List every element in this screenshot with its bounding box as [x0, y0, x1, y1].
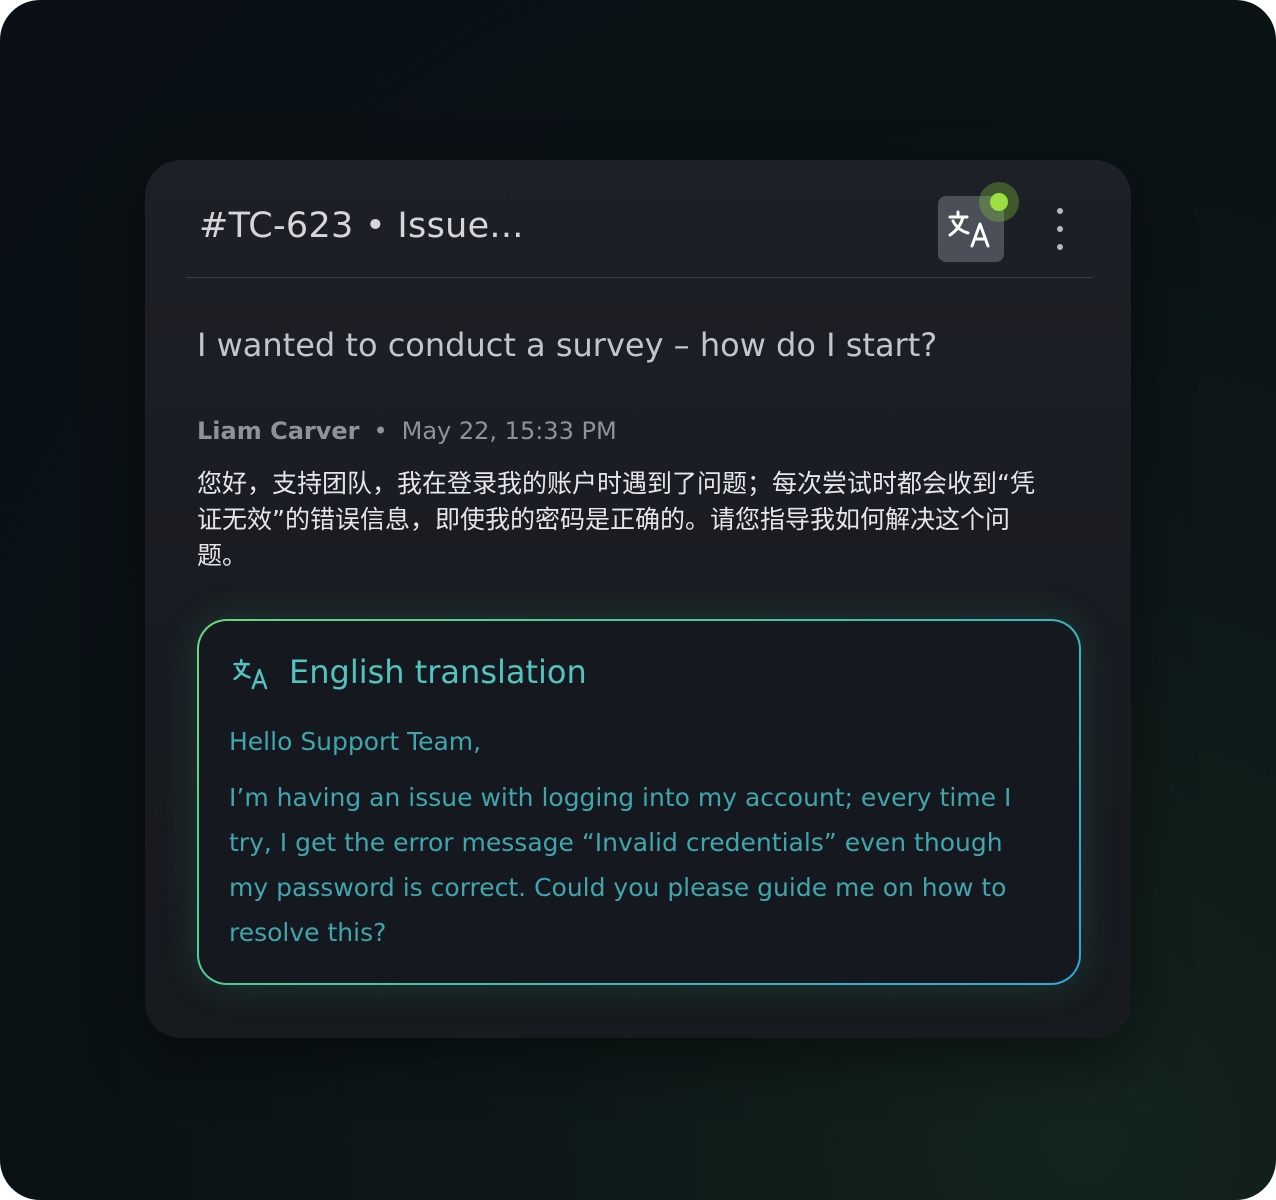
app-background: #TC-623 • Issue... I wanted to conduct a…	[0, 0, 1276, 1200]
meta-separator: •	[373, 417, 388, 445]
ticket-title: #TC-623 • Issue...	[199, 206, 524, 246]
translation-body: I’m having an issue with logging into my…	[229, 783, 1012, 947]
ticket-subject: I wanted to conduct a survey – how do I …	[197, 326, 938, 364]
ticket-card: #TC-623 • Issue... I wanted to conduct a…	[145, 160, 1131, 1038]
translation-title: English translation	[289, 653, 587, 691]
message-timestamp: May 22, 15:33 PM	[401, 417, 617, 445]
translate-icon	[233, 658, 268, 690]
message-body: 您好，支持团队，我在登录我的账户时遇到了问题；每次尝试时都会收到“凭证无效”的错…	[197, 469, 1035, 570]
author-name: Liam Carver	[197, 417, 360, 445]
status-indicator	[990, 193, 1008, 211]
translation-panel: English translation Hello Support Team, …	[197, 619, 1081, 985]
header-divider	[186, 277, 1093, 278]
more-options-button[interactable]	[1045, 208, 1075, 250]
more-vertical-icon	[1057, 208, 1063, 214]
message-meta: Liam Carver • May 22, 15:33 PM	[197, 417, 617, 445]
translation-greeting: Hello Support Team,	[229, 727, 482, 756]
